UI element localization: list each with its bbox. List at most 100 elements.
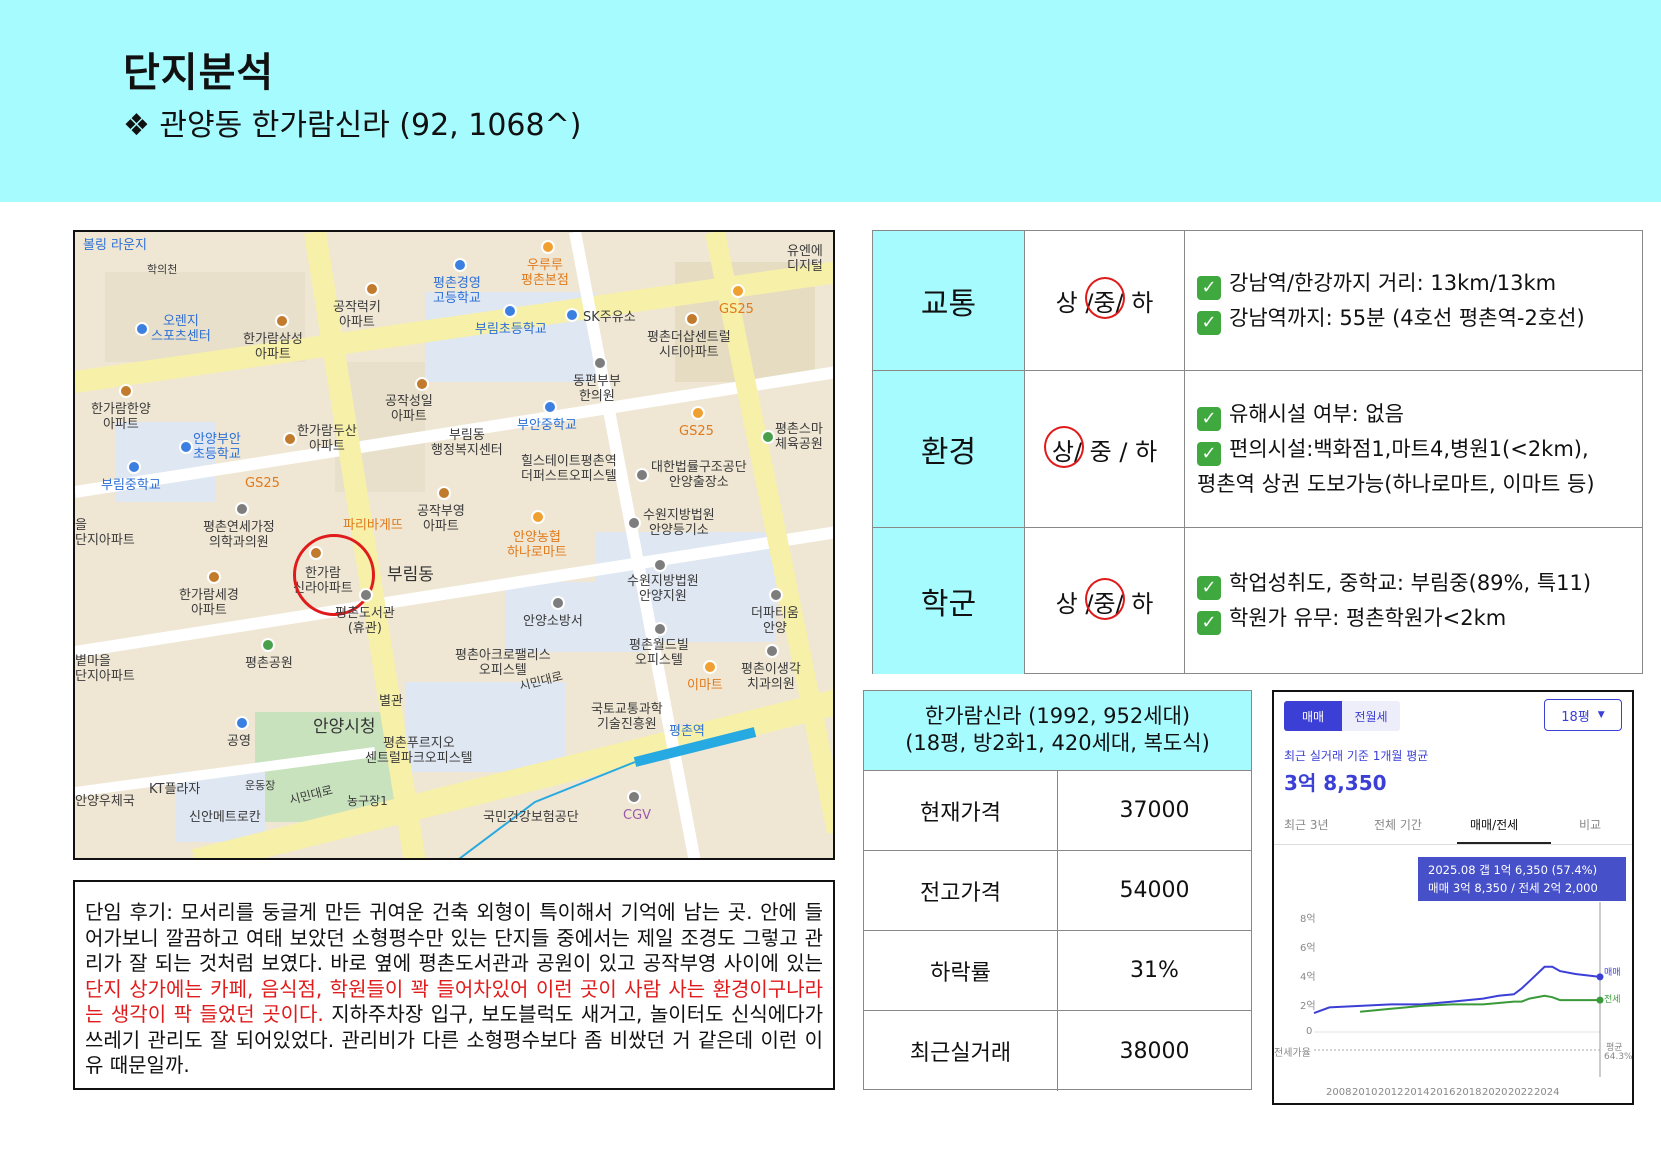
price-value: 37000 bbox=[1119, 798, 1190, 823]
mart-pin-icon[interactable] bbox=[703, 660, 717, 674]
cinema-pin-icon[interactable] bbox=[627, 790, 641, 804]
analysis-table: 교통 상 / 중 / 하 ✓ 강남역/한강까지 거리: 13km/13km ✓ 강남… bbox=[872, 230, 1643, 674]
apartment-pin-icon[interactable] bbox=[437, 486, 451, 500]
map-label-gs25-c: GS25 bbox=[245, 476, 280, 491]
map-label-gongyeong: 공영 bbox=[227, 734, 251, 749]
page-subtitle: ❖ 관양동 한가람신라 (92, 1068^) bbox=[123, 108, 582, 143]
library-pin-icon[interactable] bbox=[359, 588, 373, 602]
dental-pin-icon[interactable] bbox=[765, 644, 779, 658]
school-pin-icon[interactable] bbox=[543, 400, 557, 414]
analysis-grade: 상 / 중 / 하 bbox=[1025, 528, 1185, 674]
parking-pin-icon[interactable] bbox=[235, 716, 249, 730]
y-tick-label: 8억 bbox=[1300, 914, 1316, 925]
legend-jeonse: 전세 bbox=[1604, 995, 1621, 1005]
location-map[interactable]: 볼링 라운지 학의천 오렌지 스포츠센터 한가람삼성 아파트 공작럭키 아파트 … bbox=[73, 230, 835, 860]
map-label-dental: 평촌이생각 치과의원 bbox=[741, 662, 801, 692]
map-label-bulimdong-center: 부림동 행정복지센터 bbox=[431, 428, 503, 458]
target-highlight-circle bbox=[293, 534, 375, 616]
map-label-gongjak-sungil: 공작성일 아파트 bbox=[385, 394, 433, 424]
map-label-woorururu: 우루루 평촌본점 bbox=[521, 258, 569, 288]
ratio-label: 전세가율 bbox=[1274, 1048, 1311, 1059]
court-pin-icon[interactable] bbox=[653, 558, 667, 572]
map-label-gs25-b: GS25 bbox=[679, 424, 714, 439]
price-label: 현재가격 bbox=[864, 771, 1058, 850]
map-label-pyeongchon-hs: 평촌경영 고등학교 bbox=[433, 276, 481, 306]
map-label-bulimdong: 부림동 bbox=[387, 565, 434, 585]
check-icon: ✓ bbox=[1197, 441, 1221, 466]
office-pin-icon[interactable] bbox=[635, 468, 649, 482]
apartment-pin-icon[interactable] bbox=[283, 432, 297, 446]
map-label-sk-gas: SK주유소 bbox=[583, 310, 636, 325]
mart-pin-icon[interactable] bbox=[531, 510, 545, 524]
analysis-row-transport: 교통 상 / 중 / 하 ✓ 강남역/한강까지 거리: 13km/13km ✓ 강남… bbox=[873, 231, 1642, 371]
school-pin-icon[interactable] bbox=[453, 258, 467, 272]
office-pin-icon[interactable] bbox=[653, 622, 667, 636]
map-label-apt-left1: 을 단지아파트 bbox=[75, 518, 135, 548]
map-label-hangaram-hanyang: 한가람한양 아파트 bbox=[91, 402, 151, 432]
price-value: 38000 bbox=[1119, 1038, 1190, 1064]
park-pin-icon[interactable] bbox=[261, 638, 275, 652]
price-row: 최근실거래 38000 bbox=[864, 1011, 1251, 1091]
apartment-pin-icon[interactable] bbox=[275, 314, 289, 328]
apartment-pin-icon[interactable] bbox=[207, 570, 221, 584]
map-label-field: 운동장 bbox=[245, 779, 276, 792]
apartment-pin-icon[interactable] bbox=[365, 282, 379, 296]
analysis-category: 환경 bbox=[873, 371, 1025, 527]
fire-station-pin-icon[interactable] bbox=[551, 596, 565, 610]
analysis-category: 학군 bbox=[873, 528, 1025, 674]
map-label-hangaram-dusan: 한가람두산 아파트 bbox=[297, 424, 357, 454]
clinic-pin-icon[interactable] bbox=[593, 356, 607, 370]
map-label-bulim-ms: 부림중학교 bbox=[101, 478, 161, 493]
restaurant-pin-icon[interactable] bbox=[541, 240, 555, 254]
x-tick-label: 2010 bbox=[1352, 1087, 1378, 1098]
map-label-city-hall: 안양시청 bbox=[313, 717, 376, 737]
series-line-sale bbox=[1313, 965, 1601, 1015]
analysis-row-environment: 환경 상 / 중 / 하 ✓ 유해시설 여부: 없음 ✓ 편의시설:백화점1,마트4… bbox=[873, 371, 1642, 528]
school-pin-icon[interactable] bbox=[503, 304, 517, 318]
school-pin-icon[interactable] bbox=[127, 460, 141, 474]
check-icon: ✓ bbox=[1197, 310, 1221, 335]
apartment-pin-icon[interactable] bbox=[685, 312, 699, 326]
map-label-nonggujang: 농구장1 bbox=[347, 794, 388, 808]
map-label-pyeongchon-smart: 평촌스마 체육공원 bbox=[775, 422, 823, 452]
analysis-grade: 상 / 중 / 하 bbox=[1025, 231, 1185, 370]
school-pin-icon[interactable] bbox=[179, 440, 193, 454]
map-label-shinan: 신안메트로칸 bbox=[189, 810, 261, 825]
store-pin-icon[interactable] bbox=[731, 284, 745, 298]
apartment-pin-icon[interactable] bbox=[415, 377, 429, 391]
sports-pin-icon[interactable] bbox=[135, 322, 149, 336]
map-label-legal-aid: 대한법률구조공단 안양출장소 bbox=[651, 460, 747, 490]
header-banner: 단지분석 ❖ 관양동 한가람신라 (92, 1068^) bbox=[0, 0, 1661, 202]
map-label-suwon-court: 수원지방법원 안양지원 bbox=[627, 574, 699, 604]
map-label-nhis: 국민건강보험공단 bbox=[483, 810, 579, 825]
map-label-bulim-es: 부림초등학교 bbox=[475, 322, 547, 337]
map-label-pyeongchon-station: 평촌역 bbox=[669, 724, 705, 739]
analysis-category: 교통 bbox=[873, 231, 1025, 370]
gas-station-pin-icon[interactable] bbox=[565, 308, 579, 322]
apartment-pin-icon[interactable] bbox=[119, 384, 133, 398]
court-pin-icon[interactable] bbox=[627, 516, 641, 530]
check-icon: ✓ bbox=[1197, 576, 1221, 600]
map-label-acro: 평촌아크로팰리스 오피스텔 bbox=[455, 648, 551, 678]
price-value: 31% bbox=[1130, 958, 1179, 983]
clinic-pin-icon[interactable] bbox=[235, 502, 249, 516]
map-label-world-bill: 평촌월드빌 오피스텔 bbox=[629, 638, 689, 668]
y-tick-label: 0 bbox=[1306, 1026, 1313, 1037]
park-pin-icon[interactable] bbox=[761, 430, 775, 444]
review-text-before: 단임 후기: 모서리를 둥글게 만든 귀여운 건축 외형이 특이해서 기억에 남… bbox=[85, 900, 823, 975]
price-table: 한가람신라 (1992, 952세대) (18평, 방2화1, 420세대, 복… bbox=[863, 690, 1252, 1091]
map-label-gongjak-lucky: 공작럭키 아파트 bbox=[333, 300, 381, 330]
x-tick-label: 2018 bbox=[1456, 1087, 1482, 1098]
store-pin-icon[interactable] bbox=[691, 406, 705, 420]
selected-grade-mark: 상 bbox=[1043, 425, 1084, 468]
x-tick-label: 2016 bbox=[1430, 1087, 1456, 1098]
map-label-bowling: 볼링 라운지 bbox=[83, 238, 147, 253]
map-label-dongpyeon: 동편부부 한의원 bbox=[573, 374, 621, 404]
map-label-cgv: CGV bbox=[623, 808, 652, 823]
venue-pin-icon[interactable] bbox=[769, 588, 783, 602]
map-label-paris: 파리바게뜨 bbox=[343, 518, 403, 533]
site-visit-review: 단임 후기: 모서리를 둥글게 만든 귀여운 건축 외형이 특이해서 기억에 남… bbox=[73, 880, 835, 1090]
map-label-anyang-buan-es: 안양부안 초등학교 bbox=[193, 432, 241, 462]
price-label: 최근실거래 bbox=[864, 1011, 1058, 1091]
map-label-buan-ms: 부안중학교 bbox=[517, 418, 577, 433]
